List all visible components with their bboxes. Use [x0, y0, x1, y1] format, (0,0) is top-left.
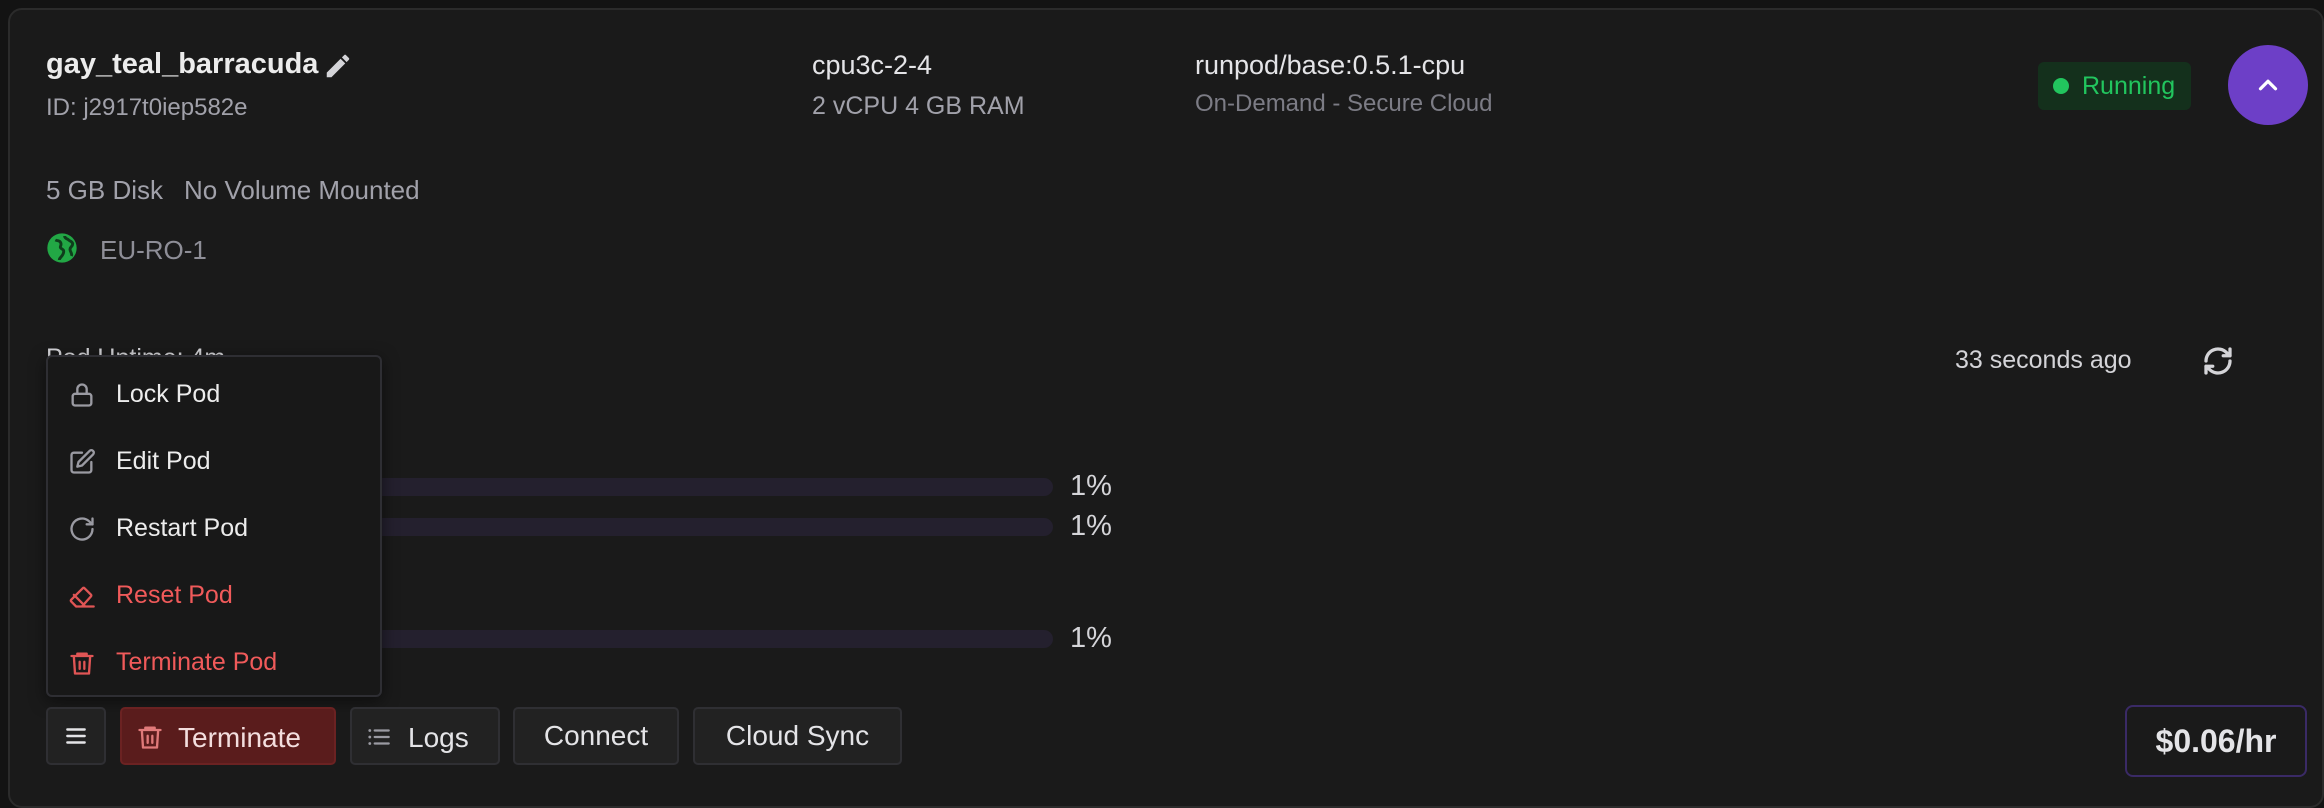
- pod-id: ID: j2917t0iep582e: [46, 94, 248, 121]
- memory-usage-percent: 1%: [1070, 510, 1112, 542]
- menu-item-label: Lock Pod: [116, 380, 221, 408]
- region-label: EU-RO-1: [100, 235, 207, 265]
- disk-size: 5 GB Disk: [46, 175, 164, 205]
- pod-name: gay_teal_barracuda: [46, 48, 319, 80]
- restart-icon: [70, 517, 94, 541]
- edit-icon: [70, 449, 95, 474]
- menu-item-label: Reset Pod: [116, 581, 233, 609]
- logs-button[interactable]: Logs: [350, 707, 500, 765]
- status-label: Running: [2082, 72, 2176, 100]
- cpu-usage-percent: 1%: [1070, 470, 1112, 502]
- logs-label: Logs: [408, 722, 469, 753]
- pod-actions-menu: Lock Pod Edit Pod Restart Pod Reset Pod …: [46, 355, 382, 697]
- trash-icon: [138, 726, 162, 749]
- menu-toggle-button[interactable]: [46, 707, 106, 765]
- terminate-button[interactable]: Terminate: [120, 707, 336, 765]
- cloud-sync-button[interactable]: Cloud Sync: [693, 707, 902, 765]
- menu-item-label: Restart Pod: [116, 514, 249, 542]
- menu-item-label: Terminate Pod: [116, 648, 278, 676]
- chevron-up-icon: [2258, 79, 2278, 91]
- menu-item-terminate-pod[interactable]: Terminate Pod: [48, 633, 380, 693]
- pencil-icon[interactable]: [323, 51, 353, 81]
- cloud-type: On-Demand - Secure Cloud: [1195, 90, 1493, 117]
- collapse-button[interactable]: [2228, 45, 2308, 125]
- terminate-label: Terminate: [178, 722, 301, 753]
- status-badge: Running: [2038, 62, 2192, 110]
- hamburger-icon: [66, 728, 86, 744]
- volume-status: No Volume Mounted: [184, 175, 420, 205]
- disk-usage-percent: 1%: [1070, 622, 1112, 654]
- eraser-icon: [69, 586, 95, 608]
- refresh-icon[interactable]: [2200, 343, 2236, 379]
- status-dot-icon: [2053, 78, 2069, 94]
- menu-item-label: Edit Pod: [116, 447, 211, 475]
- instance-type: cpu3c-2-4: [812, 50, 933, 80]
- instance-spec: 2 vCPU 4 GB RAM: [812, 92, 1025, 120]
- connect-label: Connect: [543, 720, 649, 751]
- trash-icon: [70, 652, 94, 675]
- cloud-sync-label: Cloud Sync: [725, 720, 870, 751]
- price-badge: $0.06/hr: [2125, 705, 2307, 777]
- lock-icon: [71, 383, 93, 407]
- connect-button[interactable]: Connect: [513, 707, 679, 765]
- last-updated: 33 seconds ago: [1955, 346, 2132, 374]
- menu-item-restart-pod[interactable]: Restart Pod: [48, 499, 380, 559]
- container-image: runpod/base:0.5.1-cpu: [1195, 50, 1466, 80]
- menu-item-edit-pod[interactable]: Edit Pod: [48, 432, 380, 492]
- menu-item-reset-pod[interactable]: Reset Pod: [48, 566, 380, 626]
- globe-icon: [47, 233, 77, 263]
- list-icon: [368, 729, 390, 745]
- menu-item-lock-pod[interactable]: Lock Pod: [48, 365, 380, 425]
